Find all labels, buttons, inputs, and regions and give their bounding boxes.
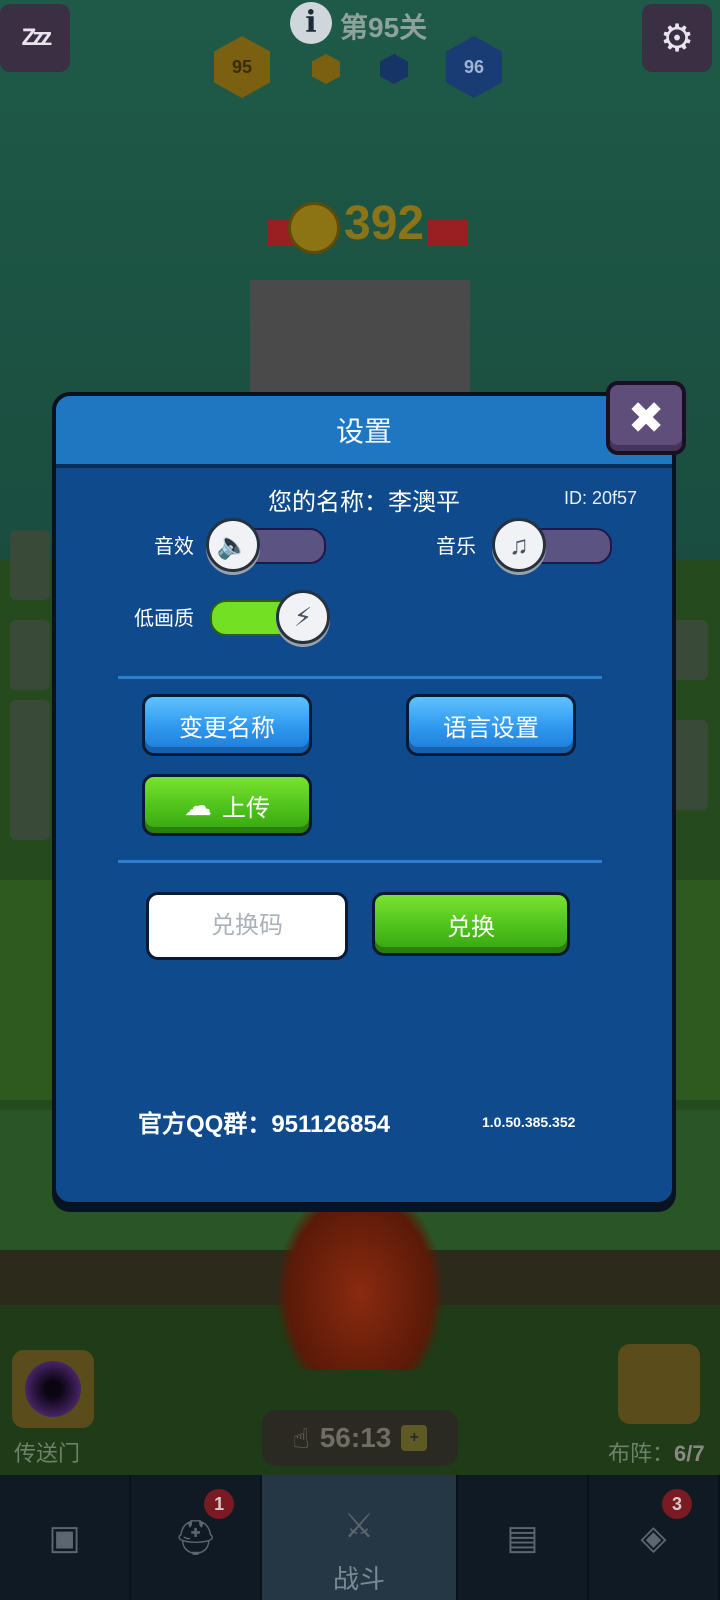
redeem-label: 兑换: [447, 913, 495, 941]
cloud-upload-icon: ☁: [184, 789, 212, 821]
music-label: 音乐: [436, 536, 476, 558]
redeem-code-input[interactable]: [146, 892, 348, 960]
music-note-icon: ♫: [492, 518, 546, 572]
qq-group-text: 官方QQ群：951126854: [138, 1111, 391, 1138]
redeem-button[interactable]: 兑换: [372, 892, 570, 956]
sound-label: 音效: [154, 536, 194, 558]
music-toggle[interactable]: ♫: [492, 518, 612, 572]
close-button[interactable]: ✖: [606, 381, 686, 455]
player-id: ID: 20f57: [564, 488, 638, 508]
language-settings-label: 语言设置: [443, 714, 539, 742]
divider-top: [118, 676, 602, 679]
version-text: 1.0.50.385.352: [482, 1114, 576, 1130]
upload-label: 上传: [222, 794, 270, 822]
language-settings-button[interactable]: 语言设置: [406, 694, 576, 756]
low-quality-label: 低画质: [134, 608, 194, 630]
speaker-icon: 🔈: [206, 518, 260, 572]
settings-dialog: 设置 您的名称：李澳平 ID: 20f57 音效 🔈 音乐 ♫ 低画质 ⚡ 变更…: [52, 392, 676, 1206]
dialog-header: 设置: [56, 396, 672, 468]
change-name-button[interactable]: 变更名称: [142, 694, 312, 756]
lightning-icon: ⚡: [276, 590, 330, 644]
upload-button[interactable]: ☁ 上传: [142, 774, 312, 836]
low-quality-toggle[interactable]: ⚡: [210, 590, 330, 644]
change-name-label: 变更名称: [179, 714, 275, 742]
divider-bottom: [118, 860, 602, 863]
close-icon: ✖: [627, 393, 665, 443]
dialog-title: 设置: [335, 416, 392, 447]
sound-toggle[interactable]: 🔈: [206, 518, 326, 572]
